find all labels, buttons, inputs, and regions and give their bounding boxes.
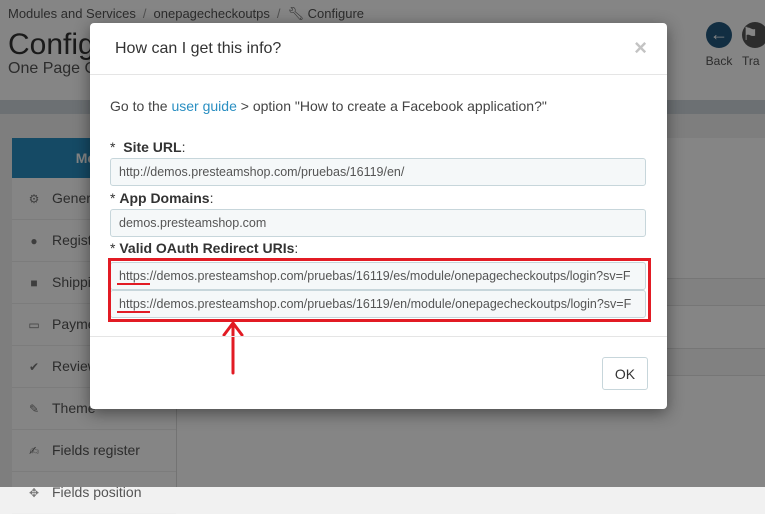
site-url-label: * Site URL: [110, 139, 186, 155]
info-modal: How can I get this info? × Go to the use… [90, 23, 667, 409]
app-domains-label: * App Domains: [110, 190, 214, 206]
user-guide-link[interactable]: user guide [171, 98, 236, 114]
modal-header: How can I get this info? × [90, 23, 667, 75]
modal-title: How can I get this info? [115, 40, 282, 57]
app-domains-field[interactable]: demos.presteamshop.com [110, 209, 646, 237]
redirect-uris-label: * Valid OAuth Redirect URIs: [110, 240, 299, 256]
redirect-uris-highlight-annotation [108, 258, 651, 322]
ok-button[interactable]: OK [602, 357, 648, 390]
site-url-field[interactable]: http://demos.presteamshop.com/pruebas/16… [110, 158, 646, 186]
modal-footer: OK [90, 336, 667, 410]
modal-intro-text: Go to the user guide > option "How to cr… [110, 98, 547, 114]
close-icon[interactable]: × [634, 35, 647, 61]
